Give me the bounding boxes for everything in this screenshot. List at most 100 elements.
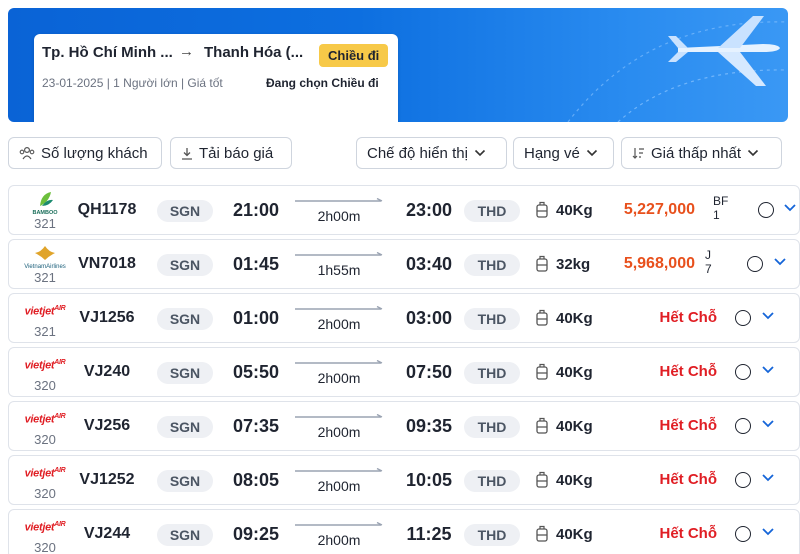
flight-duration: 2h00m	[317, 424, 361, 440]
chevron-down-icon[interactable]	[761, 311, 775, 320]
flight-number: VJ1252	[79, 471, 135, 488]
flight-number: VJ240	[83, 363, 131, 380]
sold-out-label: Hết Chỗ	[659, 363, 718, 380]
selecting-status: Đang chọn Chiều đi	[266, 76, 379, 90]
baggage-allowance: 32kg	[556, 256, 591, 273]
vietjet-logo: vietjetAIR	[24, 304, 66, 318]
flight-row[interactable]: VietnamAirlines 321 VN7018 SGN 01:45 1h55m 03:…	[8, 239, 800, 289]
origin-city: Tp. Hồ Chí Minh ...	[42, 44, 173, 61]
arrival-airport: THD	[464, 470, 520, 492]
departure-airport: SGN	[157, 362, 213, 384]
sort-dropdown[interactable]: Giá thấp nhất	[621, 137, 782, 169]
departure-time: 05:50	[232, 362, 280, 382]
airplane-illustration	[567, 16, 788, 122]
airline-logo: vietjetAIR	[23, 514, 67, 540]
flight-row[interactable]: vietjetAIR 320 VJ1252 SGN 08:05 2h00m 10:05 THD…	[8, 455, 800, 505]
ticket-class-dropdown[interactable]: Hạng vé	[513, 137, 614, 169]
flight-number: VN7018	[78, 255, 136, 272]
baggage-allowance: 40Kg	[556, 310, 593, 327]
aircraft-type: 320	[34, 432, 56, 447]
select-flight-radio[interactable]	[735, 472, 751, 488]
departure-airport: SGN	[157, 200, 213, 222]
chevron-down-icon[interactable]	[761, 419, 775, 428]
select-flight-radio[interactable]	[747, 256, 763, 272]
luggage-icon	[536, 309, 548, 326]
flight-duration: 1h55m	[317, 262, 361, 278]
chevron-down-icon[interactable]	[761, 527, 775, 536]
duration-arrow-icon	[295, 306, 383, 310]
select-flight-radio[interactable]	[735, 526, 751, 542]
aircraft-type: 320	[34, 540, 56, 554]
flight-number: VJ256	[83, 417, 131, 434]
sold-out-label: Hết Chỗ	[659, 309, 718, 326]
chevron-down-icon[interactable]	[783, 203, 797, 212]
duration-arrow-icon	[295, 522, 383, 526]
arrival-time: 03:00	[405, 308, 453, 328]
arrival-time: 23:00	[405, 200, 453, 220]
download-quote-button[interactable]: Tải báo giá	[170, 137, 292, 169]
direction-badge: Chiều đi	[319, 44, 389, 67]
ticket-class-label: Hạng vé	[524, 144, 580, 162]
vietjet-logo: vietjetAIR	[24, 520, 66, 534]
airline-logo: vietjetAIR	[23, 298, 67, 324]
arrival-airport: THD	[464, 524, 520, 546]
select-flight-radio[interactable]	[735, 364, 751, 380]
flight-number: QH1178	[77, 201, 137, 218]
chevron-down-icon[interactable]	[761, 473, 775, 482]
arrival-airport: THD	[464, 308, 520, 330]
departure-airport: SGN	[157, 308, 213, 330]
airline-logo: vietjetAIR	[23, 352, 67, 378]
arrival-airport: THD	[464, 254, 520, 276]
baggage-allowance: 40Kg	[556, 472, 593, 489]
display-mode-label: Chế độ hiển thị	[367, 144, 468, 162]
luggage-icon	[536, 201, 548, 218]
arrow-right-icon: →	[179, 43, 194, 60]
flight-row[interactable]: vietjetAIR 320 VJ256 SGN 07:35 2h00m 09:35 THD 4…	[8, 401, 800, 451]
baggage-allowance: 40Kg	[556, 526, 593, 543]
flight-row[interactable]: BAMBOO 321 QH1178 SGN 21:00 2h00m 23:00 THD 40Kg…	[8, 185, 800, 235]
aircraft-type: 321	[34, 216, 56, 231]
chevron-down-icon[interactable]	[773, 257, 787, 266]
departure-time: 07:35	[232, 416, 280, 436]
baggage-allowance: 40Kg	[556, 364, 593, 381]
passengers-label: Số lượng khách	[41, 144, 148, 162]
passengers-button[interactable]: Số lượng khách	[8, 137, 162, 169]
departure-time: 09:25	[232, 524, 280, 544]
group-icon	[19, 146, 35, 160]
flight-duration: 2h00m	[317, 316, 361, 332]
select-flight-radio[interactable]	[758, 202, 774, 218]
arrival-time: 10:05	[405, 470, 453, 490]
luggage-icon	[536, 525, 548, 542]
flight-row[interactable]: vietjetAIR 321 VJ1256 SGN 01:00 2h00m 03:00 THD…	[8, 293, 800, 343]
flight-row[interactable]: vietjetAIR 320 VJ244 SGN 09:25 2h00m 11:25 THD 4…	[8, 509, 800, 554]
flight-duration: 2h00m	[317, 478, 361, 494]
departure-time: 21:00	[232, 200, 280, 220]
destination-city: Thanh Hóa (...	[204, 44, 304, 61]
luggage-icon	[536, 363, 548, 380]
sort-label: Giá thấp nhất	[651, 144, 742, 162]
chevron-down-icon	[748, 149, 759, 157]
flight-duration: 2h00m	[317, 208, 361, 224]
select-flight-radio[interactable]	[735, 310, 751, 326]
select-flight-radio[interactable]	[735, 418, 751, 434]
aircraft-type: 320	[34, 486, 56, 501]
chevron-down-icon[interactable]	[761, 365, 775, 374]
display-mode-dropdown[interactable]: Chế độ hiển thị	[356, 137, 507, 169]
sold-out-label: Hết Chỗ	[659, 471, 718, 488]
airline-logo: BAMBOO	[23, 190, 67, 216]
departure-time: 01:45	[232, 254, 280, 274]
departure-time: 01:00	[232, 308, 280, 328]
sort-icon	[632, 148, 644, 159]
airline-logo: vietjetAIR	[23, 406, 67, 432]
flight-row[interactable]: vietjetAIR 320 VJ240 SGN 05:50 2h00m 07:50 THD 4…	[8, 347, 800, 397]
arrival-time: 09:35	[405, 416, 453, 436]
sold-out-label: Hết Chỗ	[659, 525, 718, 542]
sold-out-label: Hết Chỗ	[659, 417, 718, 434]
search-meta: 23-01-2025 | 1 Người lớn | Giá tốt	[42, 76, 223, 90]
baggage-allowance: 40Kg	[556, 202, 593, 219]
airline-logo: VietnamAirlines	[23, 244, 67, 270]
vietjet-logo: vietjetAIR	[24, 412, 66, 426]
arrival-airport: THD	[464, 362, 520, 384]
flight-duration: 2h00m	[317, 370, 361, 386]
arrival-time: 03:40	[405, 254, 453, 274]
